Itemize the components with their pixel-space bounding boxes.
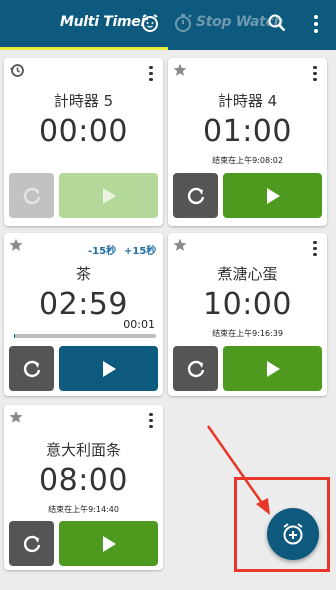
progress-bar xyxy=(14,334,156,338)
play-button[interactable] xyxy=(59,173,158,218)
timer-title: 計時器 5 xyxy=(53,92,114,110)
timer-time: 02:59 xyxy=(39,287,128,322)
add-alarm-icon xyxy=(283,523,303,545)
plus-15s-button[interactable]: +15秒 xyxy=(124,242,156,257)
play-button[interactable] xyxy=(223,346,322,391)
minus-15s-button[interactable]: -15秒 xyxy=(88,242,116,257)
play-button[interactable] xyxy=(59,521,158,566)
overflow-menu-icon[interactable] xyxy=(308,12,324,36)
timer-time: 08:00 xyxy=(39,463,128,498)
timer-card[interactable]: 煮溏心蛋 10:00 结束在上午9:16:39 xyxy=(168,233,327,396)
search-icon[interactable] xyxy=(268,14,286,36)
timer-time: 00:00 xyxy=(39,114,128,149)
history-icon[interactable] xyxy=(9,62,25,82)
stopwatch-icon[interactable] xyxy=(173,13,193,37)
play-button[interactable] xyxy=(59,346,158,391)
reset-icon xyxy=(23,535,40,552)
timer-time: 10:00 xyxy=(203,287,292,322)
more-vert-icon[interactable] xyxy=(309,238,321,258)
reset-icon xyxy=(187,187,204,204)
end-time-label: 结束在上午9:08:02 xyxy=(212,156,283,165)
play-icon xyxy=(266,187,280,204)
play-icon xyxy=(102,360,116,377)
reset-icon xyxy=(23,187,40,204)
add-timer-button[interactable] xyxy=(267,508,319,560)
more-vert-icon[interactable] xyxy=(145,63,157,83)
star-icon[interactable] xyxy=(173,62,187,81)
tab-indicator xyxy=(0,47,168,50)
timer-title: 茶 xyxy=(75,265,91,283)
reset-icon xyxy=(187,360,204,377)
end-time-label: 结束在上午9:14:40 xyxy=(48,505,119,514)
timer-card[interactable]: 計時器 5 00:00 xyxy=(4,58,163,226)
timer-time: 01:00 xyxy=(203,114,292,149)
timer-card[interactable]: 計時器 4 01:00 结束在上午9:08:02 xyxy=(168,58,327,226)
app-bar: Multi Timer Stop Watch xyxy=(0,0,336,50)
reset-button[interactable] xyxy=(9,346,54,391)
timer-title: 煮溏心蛋 xyxy=(217,265,278,283)
more-vert-icon[interactable] xyxy=(145,410,157,430)
timer-card[interactable]: 意大利面条 08:00 结束在上午9:14:40 xyxy=(4,405,163,570)
reset-button[interactable] xyxy=(173,173,218,218)
play-button[interactable] xyxy=(223,173,322,218)
star-icon[interactable] xyxy=(9,237,23,256)
play-icon xyxy=(102,535,116,552)
elapsed-time: 00:01 xyxy=(123,318,155,331)
reset-button[interactable] xyxy=(9,173,54,218)
star-icon[interactable] xyxy=(9,409,23,428)
tab-multi-timer[interactable]: Multi Timer xyxy=(60,14,147,30)
timer-title: 意大利面条 xyxy=(45,441,121,459)
timer-card[interactable]: -15秒 +15秒 茶 02:59 00:01 xyxy=(4,233,163,396)
alarm-clock-icon[interactable] xyxy=(140,13,160,37)
more-vert-icon[interactable] xyxy=(309,63,321,83)
timer-title: 計時器 4 xyxy=(217,92,278,110)
end-time-label: 结束在上午9:16:39 xyxy=(212,329,283,338)
reset-button[interactable] xyxy=(9,521,54,566)
reset-icon xyxy=(23,360,40,377)
reset-button[interactable] xyxy=(173,346,218,391)
star-icon[interactable] xyxy=(173,237,187,256)
play-icon xyxy=(102,187,116,204)
play-icon xyxy=(266,360,280,377)
